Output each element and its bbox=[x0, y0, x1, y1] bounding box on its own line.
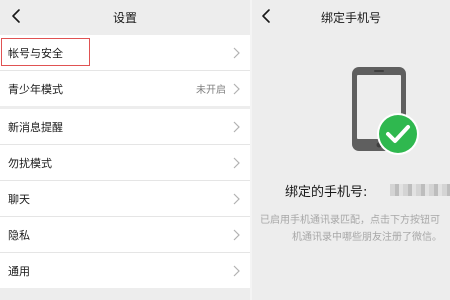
masked-phone-number bbox=[390, 184, 450, 196]
settings-item-privacy[interactable]: 隐私 bbox=[0, 216, 250, 252]
bind-phone-header: 绑定手机号 bbox=[252, 0, 450, 35]
settings-screen: 设置 帐号与安全 青少年模式 未开启 新消息提醒 勿扰模式 聊天 隐私 通用 bbox=[0, 0, 250, 300]
settings-item-label: 通用 bbox=[8, 265, 30, 278]
description-line-1: 已启用手机通讯录匹配，点击下方按钮可 bbox=[260, 215, 440, 226]
page-title: 设置 bbox=[112, 11, 137, 25]
chevron-right-icon bbox=[233, 265, 240, 277]
highlight-box-account-security bbox=[1, 38, 90, 66]
teen-mode-status: 未开启 bbox=[196, 85, 226, 96]
chevron-right-icon bbox=[233, 121, 240, 133]
settings-item-label: 新消息提醒 bbox=[8, 121, 63, 134]
settings-group-general: 新消息提醒 勿扰模式 聊天 隐私 通用 bbox=[0, 109, 250, 288]
chevron-right-icon bbox=[233, 229, 240, 241]
phone-verified-icon bbox=[352, 67, 422, 157]
settings-item-notifications[interactable]: 新消息提醒 bbox=[0, 109, 250, 144]
settings-item-teen-mode[interactable]: 青少年模式 未开启 bbox=[0, 70, 250, 106]
page-title: 绑定手机号 bbox=[320, 11, 381, 25]
chevron-right-icon bbox=[233, 193, 240, 205]
settings-item-general[interactable]: 通用 bbox=[0, 252, 250, 288]
contacts-match-description: 已启用手机通讯录匹配，点击下方按钮可 机通讯录中哪些朋友注册了微信。 bbox=[260, 212, 450, 246]
settings-item-label: 勿扰模式 bbox=[8, 157, 52, 170]
bind-phone-screen: 绑定手机号 绑定的手机号: 已启用手机通讯录匹配，点击下方按钮可 机通讯录中哪些… bbox=[252, 0, 450, 300]
chevron-right-icon bbox=[233, 47, 240, 59]
settings-item-chat[interactable]: 聊天 bbox=[0, 180, 250, 216]
chevron-right-icon bbox=[233, 157, 240, 169]
settings-header: 设置 bbox=[0, 0, 250, 35]
bound-phone-label: 绑定的手机号: bbox=[285, 185, 368, 200]
description-line-2: 机通讯录中哪些朋友注册了微信。 bbox=[292, 232, 442, 243]
settings-item-do-not-disturb[interactable]: 勿扰模式 bbox=[0, 144, 250, 180]
chevron-right-icon bbox=[233, 83, 240, 95]
settings-item-label: 隐私 bbox=[8, 229, 30, 242]
settings-item-label: 聊天 bbox=[8, 193, 30, 206]
settings-item-label: 青少年模式 bbox=[8, 83, 63, 96]
